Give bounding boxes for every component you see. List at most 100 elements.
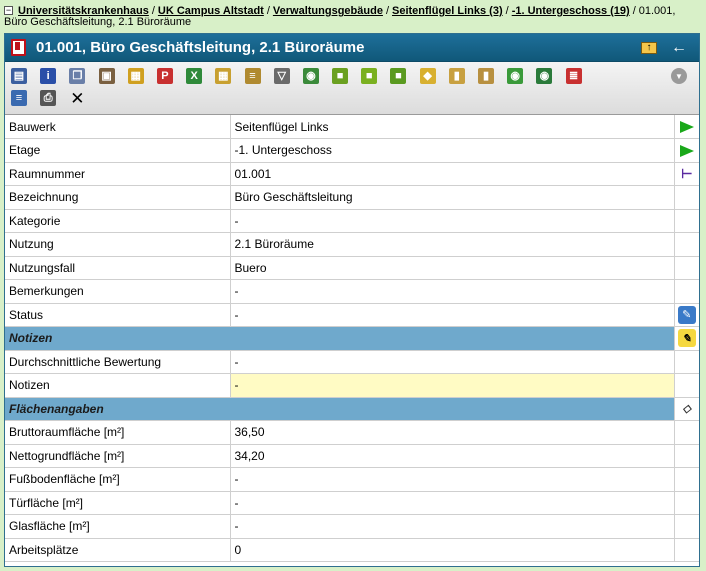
row-action-cell[interactable]: ⊢ <box>673 162 699 186</box>
row-action-cell[interactable]: ✎ <box>673 303 699 327</box>
field-value: 01.001 <box>230 162 674 186</box>
table-row: Status - ✎ <box>5 303 699 327</box>
field-label: Durchschnittliche Bewertung <box>5 350 231 374</box>
window-title: 01.001, Büro Geschäftsleitung, 2.1 Büror… <box>36 39 365 56</box>
breadcrumb-separator: / <box>632 5 636 17</box>
section-row: Notizen ✎ <box>5 326 699 351</box>
toolbar-row-1: ▤ i ❐ ▣ ▦ P X ▦ ≡ ▽ ◉ ■ ■ ■ ◆ ▮ ▮ ◉ ◉ ≣ <box>11 65 693 87</box>
toolbar-row-2: ≡ ⎙ ✕ <box>11 87 693 109</box>
pdf-icon[interactable]: P <box>156 68 173 84</box>
field-label: Arbeitsplätze <box>5 538 231 562</box>
field-label: Status <box>5 303 231 327</box>
table-row: Fußbodenfläche [m²] - <box>5 467 699 492</box>
toolbar: ▤ i ❐ ▣ ▦ P X ▦ ≡ ▽ ◉ ■ ■ ■ ◆ ▮ ▮ ◉ ◉ ≣ ≡ ⎙ ✕ ▼ <box>5 62 699 115</box>
excel-icon[interactable]: X <box>186 68 203 84</box>
back-arrow-icon: ← <box>671 38 687 56</box>
table-row: Bemerkungen - <box>5 279 699 304</box>
field-value: - <box>230 350 674 374</box>
row-action-cell <box>673 420 699 445</box>
table-row: Nettogrundfläche [m²] 34,20 <box>5 444 699 468</box>
field-value: Buero <box>230 256 674 280</box>
attribute-table: Bauwerk Seitenflügel Links Etage -1. Unterg… <box>5 115 699 562</box>
section-title: Flächenangaben <box>5 397 230 421</box>
row-action-cell <box>673 279 699 304</box>
cube-icon[interactable]: ◆ <box>419 68 436 84</box>
section-title: Notizen <box>5 326 230 351</box>
go-arrow-icon[interactable] <box>679 145 694 158</box>
go-arrow-icon[interactable] <box>679 121 694 134</box>
field-label: Fußbodenfläche [m²] <box>5 467 231 492</box>
field-label: Kategorie <box>5 209 231 233</box>
field-value <box>230 397 674 421</box>
breadcrumb-separator: / <box>266 5 270 17</box>
field-label: Nutzung <box>5 232 231 257</box>
row-action-cell[interactable]: ◇ <box>673 397 699 421</box>
close-icon[interactable]: ✕ <box>69 90 85 107</box>
globe-green-icon[interactable]: ◉ <box>507 68 524 84</box>
field-value[interactable]: - <box>230 373 674 398</box>
row-action-cell[interactable]: ✎ <box>673 326 699 351</box>
green-box-icon[interactable]: ■ <box>332 68 349 84</box>
field-value: Büro Geschäftsleitung <box>230 185 674 210</box>
collapse-toggle-icon[interactable]: − <box>4 6 13 15</box>
globe-icon[interactable]: ◉ <box>302 68 319 84</box>
table-row: Glasfläche [m²] - <box>5 514 699 539</box>
row-action-cell <box>673 232 699 257</box>
back-button[interactable]: ← <box>669 39 689 57</box>
table-row: Kategorie - <box>5 209 699 233</box>
bars-icon[interactable]: ▮ <box>448 68 465 84</box>
field-label: Glasfläche [m²] <box>5 514 231 539</box>
table-row: Etage -1. Untergeschoss <box>5 138 699 163</box>
folder-up-icon: ↑ <box>641 41 657 54</box>
row-action-cell <box>673 444 699 468</box>
info-icon[interactable]: i <box>40 68 57 84</box>
field-value: - <box>230 467 674 492</box>
field-value: 36,50 <box>230 420 674 445</box>
table-row: Durchschnittliche Bewertung - <box>5 350 699 374</box>
breadcrumb-separator: / <box>505 5 509 17</box>
row-action-cell <box>673 209 699 233</box>
breadcrumb-link-wing[interactable]: Seitenflügel Links (3) <box>392 5 503 17</box>
row-action-cell <box>673 373 699 398</box>
table-icon[interactable]: ▦ <box>215 68 232 84</box>
breadcrumb: − Universitätskrankenhaus / UK Campus Altst… <box>4 6 700 28</box>
chart-icon[interactable]: ▮ <box>478 68 494 84</box>
toolbar-dropdown-icon[interactable]: ▼ <box>671 68 687 84</box>
room-detail-panel: 01.001, Büro Geschäftsleitung, 2.1 Büror… <box>4 33 700 567</box>
tree-icon[interactable]: ⊢ <box>681 166 692 181</box>
area-icon[interactable]: ◇ <box>678 400 696 418</box>
status-edit-icon[interactable]: ✎ <box>677 305 696 324</box>
row-action-cell[interactable] <box>673 138 699 163</box>
copy-icon[interactable]: ❐ <box>69 68 86 84</box>
row-action-cell <box>673 538 699 562</box>
properties-icon[interactable]: ▤ <box>11 68 27 84</box>
list-red-icon[interactable]: ≣ <box>565 68 582 84</box>
filter-icon[interactable]: ▽ <box>273 68 290 84</box>
globe-dark-icon[interactable]: ◉ <box>536 68 553 84</box>
breadcrumb-link-floor[interactable]: -1. Untergeschoss (19) <box>512 5 630 17</box>
note-edit-icon[interactable]: ✎ <box>677 329 696 348</box>
field-value: - <box>230 303 674 327</box>
breadcrumb-link-building[interactable]: Verwaltungsgebäude <box>273 5 383 17</box>
list-icon[interactable]: ≡ <box>244 68 261 84</box>
folder-up-button[interactable]: ↑ <box>639 39 659 57</box>
row-action-cell[interactable] <box>673 115 699 139</box>
grid-icon[interactable]: ▦ <box>127 68 144 84</box>
field-value: -1. Untergeschoss <box>230 138 674 163</box>
green-box-3-icon[interactable]: ■ <box>390 68 407 84</box>
report-icon[interactable]: ≡ <box>11 90 27 106</box>
field-value: - <box>230 279 674 304</box>
table-row: Bauwerk Seitenflügel Links <box>5 115 699 139</box>
clipboard-icon[interactable]: ▣ <box>98 68 115 84</box>
row-action-cell <box>673 185 699 210</box>
field-label: Bezeichnung <box>5 185 231 210</box>
field-label: Türfläche [m²] <box>5 491 231 515</box>
field-label: Bemerkungen <box>5 279 231 304</box>
field-value: - <box>230 491 674 515</box>
row-action-cell <box>673 256 699 280</box>
field-value: 2.1 Büroräume <box>230 232 674 257</box>
row-action-cell <box>673 467 699 492</box>
green-box-2-icon[interactable]: ■ <box>361 68 378 84</box>
print-icon[interactable]: ⎙ <box>40 90 57 106</box>
table-row: Nutzungsfall Buero <box>5 256 699 280</box>
